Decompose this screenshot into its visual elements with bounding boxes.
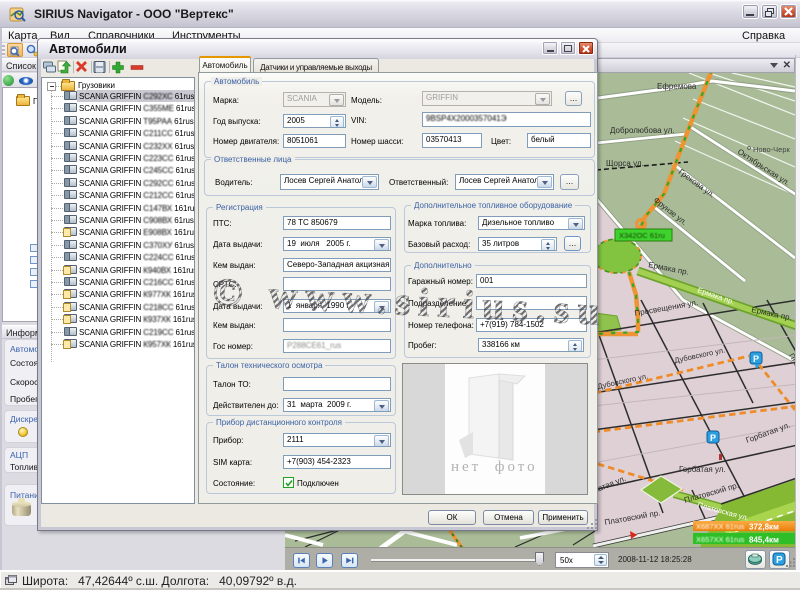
- svg-text:Щорса ул.: Щорса ул.: [606, 159, 644, 168]
- svg-text:Х657ХХ 61rus: Х657ХХ 61rus: [696, 535, 745, 544]
- svg-text:Добролюбова ул.: Добролюбова ул.: [610, 126, 675, 135]
- svg-text:Горбатая ул.: Горбатая ул.: [679, 465, 726, 474]
- svg-text:P: P: [776, 555, 783, 566]
- svg-text:372,8км: 372,8км: [749, 523, 779, 532]
- svg-text:Ефремова: Ефремова: [657, 82, 697, 91]
- svg-text:Ново-Черк: Ново-Черк: [753, 145, 790, 154]
- svg-text:Х342ОС 61ru: Х342ОС 61ru: [619, 231, 665, 240]
- svg-text:845,4км: 845,4км: [749, 536, 779, 545]
- svg-text:P: P: [710, 433, 716, 443]
- svg-text:Х687ХХ 61rus: Х687ХХ 61rus: [696, 522, 745, 531]
- svg-text:P: P: [753, 354, 759, 364]
